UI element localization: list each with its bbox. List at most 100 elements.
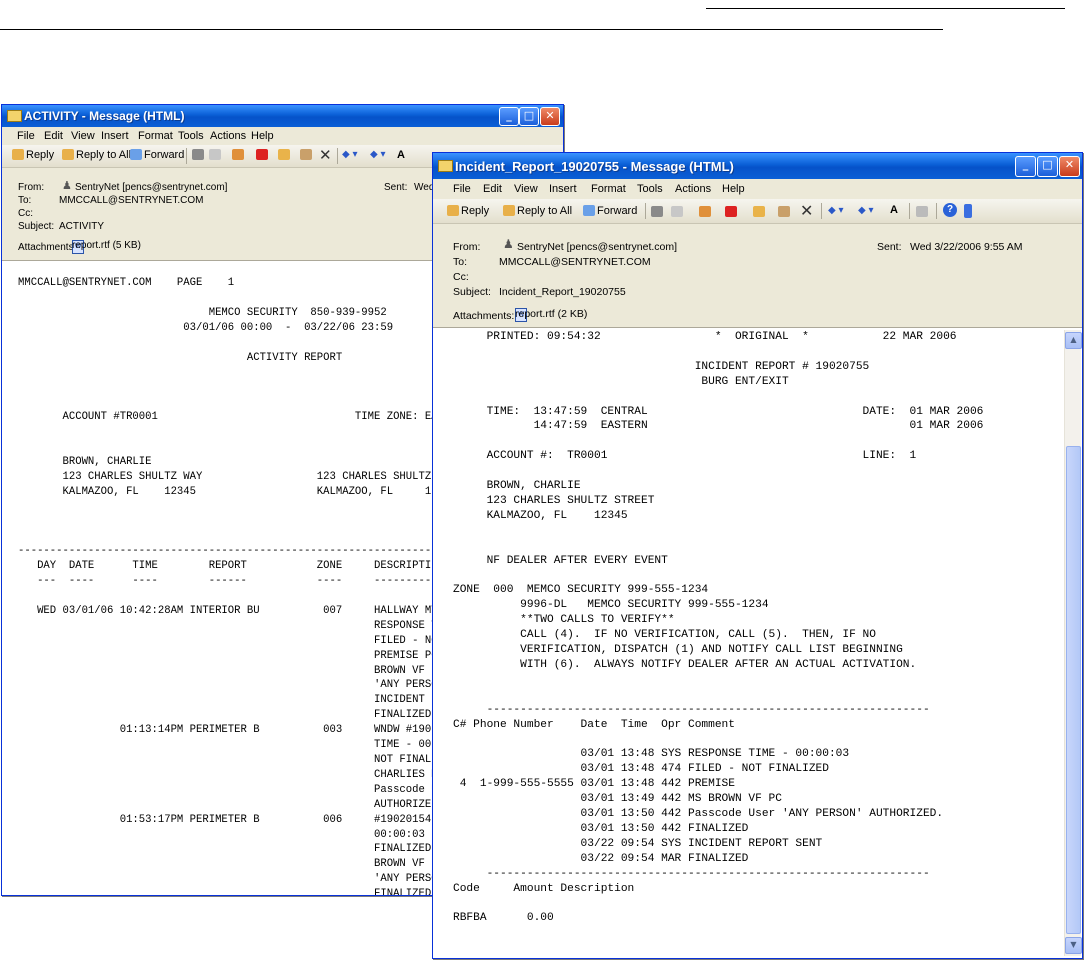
- flag-icon[interactable]: [256, 149, 268, 160]
- toolbar-separator: [821, 203, 822, 219]
- toolbar-separator: [645, 203, 646, 219]
- menu-bar: File Edit View Insert Format Tools Actio…: [2, 127, 563, 145]
- categories-icon[interactable]: [778, 206, 790, 217]
- from-value[interactable]: SentryNet [pencs@sentrynet.com]: [75, 182, 227, 193]
- minimize-button[interactable]: _: [499, 107, 519, 126]
- menu-insert[interactable]: Insert: [101, 130, 129, 142]
- forward-icon: [130, 149, 142, 160]
- maximize-button[interactable]: □: [519, 107, 539, 126]
- subject-label: Subject:: [453, 286, 491, 298]
- forward-button[interactable]: Forward: [583, 205, 637, 217]
- incident-report-window[interactable]: Incident_Report_19020755 - Message (HTML…: [432, 152, 1083, 959]
- from-label: From:: [18, 182, 45, 193]
- delete-icon[interactable]: ✕: [319, 146, 332, 164]
- to-value[interactable]: MMCCALL@SENTRYNET.COM: [499, 256, 651, 268]
- address-book-icon[interactable]: [753, 206, 765, 217]
- window-title: Incident_Report_19020755 - Message (HTML…: [455, 159, 734, 174]
- title-bar[interactable]: ACTIVITY - Message (HTML) _ □ ✕: [2, 105, 563, 127]
- font-size-icon[interactable]: A: [890, 204, 898, 216]
- scroll-up-button[interactable]: ▲: [1065, 332, 1082, 349]
- envelope-icon: [7, 110, 22, 122]
- maximize-button[interactable]: □: [1037, 156, 1058, 177]
- menu-actions[interactable]: Actions: [210, 130, 246, 142]
- reply-button[interactable]: Reply: [12, 149, 54, 161]
- menu-file[interactable]: File: [453, 183, 471, 195]
- activity-report-text: MMCCALL@SENTRYNET.COM PAGE 1 MEMCO SECUR…: [18, 277, 464, 895]
- top-rule-short: [706, 8, 1065, 9]
- toolbar-options-icon[interactable]: [964, 204, 972, 218]
- subject-value: ACTIVITY: [59, 221, 105, 232]
- menu-file[interactable]: File: [17, 130, 35, 142]
- envelope-icon: [438, 160, 453, 172]
- attachments-label: Attachments:: [18, 242, 77, 253]
- menu-edit[interactable]: Edit: [44, 130, 63, 142]
- reply-all-icon: [62, 149, 74, 160]
- menu-format[interactable]: Format: [138, 130, 173, 142]
- menu-view[interactable]: View: [514, 183, 538, 195]
- reply-icon: [12, 149, 24, 160]
- move-to-folder-icon[interactable]: [699, 206, 711, 217]
- toolbar-separator: [936, 203, 937, 219]
- copy-icon[interactable]: [209, 149, 221, 160]
- previous-item-icon[interactable]: ◆ ▾: [828, 205, 844, 216]
- menu-bar: File Edit View Insert Format Tools Actio…: [433, 179, 1082, 199]
- attachments-label: Attachments:: [453, 310, 515, 322]
- menu-help[interactable]: Help: [251, 130, 274, 142]
- menu-insert[interactable]: Insert: [549, 183, 577, 195]
- from-label: From:: [453, 241, 481, 253]
- toolbar-separator: [186, 148, 187, 164]
- toolbar: Reply Reply to All Forward ✕ ◆ ▾ ◆ ▾ A ?: [433, 199, 1082, 224]
- cc-label: Cc:: [453, 271, 469, 283]
- scroll-down-button[interactable]: ▼: [1065, 937, 1082, 954]
- previous-item-icon[interactable]: ◆ ▾: [342, 149, 358, 160]
- reply-button[interactable]: Reply: [447, 205, 489, 217]
- categories-icon[interactable]: [300, 149, 312, 160]
- menu-edit[interactable]: Edit: [483, 183, 502, 195]
- menu-tools[interactable]: Tools: [637, 183, 663, 195]
- sender-icon: ♟: [503, 237, 514, 251]
- toolbar-separator: [909, 203, 910, 219]
- print-icon[interactable]: [192, 149, 204, 160]
- message-body[interactable]: PRINTED: 09:54:32 * ORIGINAL * 22 MAR 20…: [433, 327, 1082, 958]
- reply-all-button[interactable]: Reply to All: [62, 149, 131, 161]
- sender-icon: ♟: [62, 180, 72, 192]
- minimize-button[interactable]: _: [1015, 156, 1036, 177]
- title-bar[interactable]: Incident_Report_19020755 - Message (HTML…: [433, 153, 1082, 179]
- menu-format[interactable]: Format: [591, 183, 626, 195]
- reply-all-icon: [503, 205, 515, 216]
- flag-icon[interactable]: [725, 206, 737, 217]
- toolbar-separator: [337, 148, 338, 164]
- to-label: To:: [453, 256, 468, 268]
- vertical-scrollbar[interactable]: ▲ ▼: [1064, 330, 1082, 956]
- forward-button[interactable]: Forward: [130, 149, 184, 161]
- next-item-icon[interactable]: ◆ ▾: [858, 205, 874, 216]
- menu-help[interactable]: Help: [722, 183, 745, 195]
- print-icon[interactable]: [651, 206, 663, 217]
- move-to-folder-icon[interactable]: [232, 149, 244, 160]
- cc-label: Cc:: [18, 208, 33, 219]
- delete-icon[interactable]: ✕: [800, 201, 813, 221]
- menu-view[interactable]: View: [71, 130, 95, 142]
- subject-label: Subject:: [18, 221, 55, 232]
- message-header: From: ♟ SentryNet [pencs@sentrynet.com] …: [433, 224, 1082, 327]
- address-book-icon[interactable]: [278, 149, 290, 160]
- encrypt-icon[interactable]: [916, 206, 928, 217]
- copy-icon[interactable]: [671, 206, 683, 217]
- font-size-icon[interactable]: A: [397, 149, 405, 161]
- scroll-thumb[interactable]: [1066, 446, 1081, 934]
- close-button[interactable]: ✕: [1059, 156, 1080, 177]
- menu-actions[interactable]: Actions: [675, 183, 711, 195]
- help-icon[interactable]: ?: [943, 203, 957, 217]
- to-label: To:: [18, 195, 32, 206]
- to-value[interactable]: MMCCALL@SENTRYNET.COM: [59, 195, 203, 206]
- next-item-icon[interactable]: ◆ ▾: [370, 149, 386, 160]
- from-value[interactable]: SentryNet [pencs@sentrynet.com]: [517, 241, 677, 253]
- close-button[interactable]: ✕: [540, 107, 560, 126]
- reply-all-button[interactable]: Reply to All: [503, 205, 572, 217]
- top-rule-long: [0, 29, 943, 30]
- menu-tools[interactable]: Tools: [178, 130, 204, 142]
- sent-value: Wed 3/22/2006 9:55 AM: [910, 241, 1023, 253]
- window-title: ACTIVITY - Message (HTML): [24, 109, 185, 123]
- reply-icon: [447, 205, 459, 216]
- forward-icon: [583, 205, 595, 216]
